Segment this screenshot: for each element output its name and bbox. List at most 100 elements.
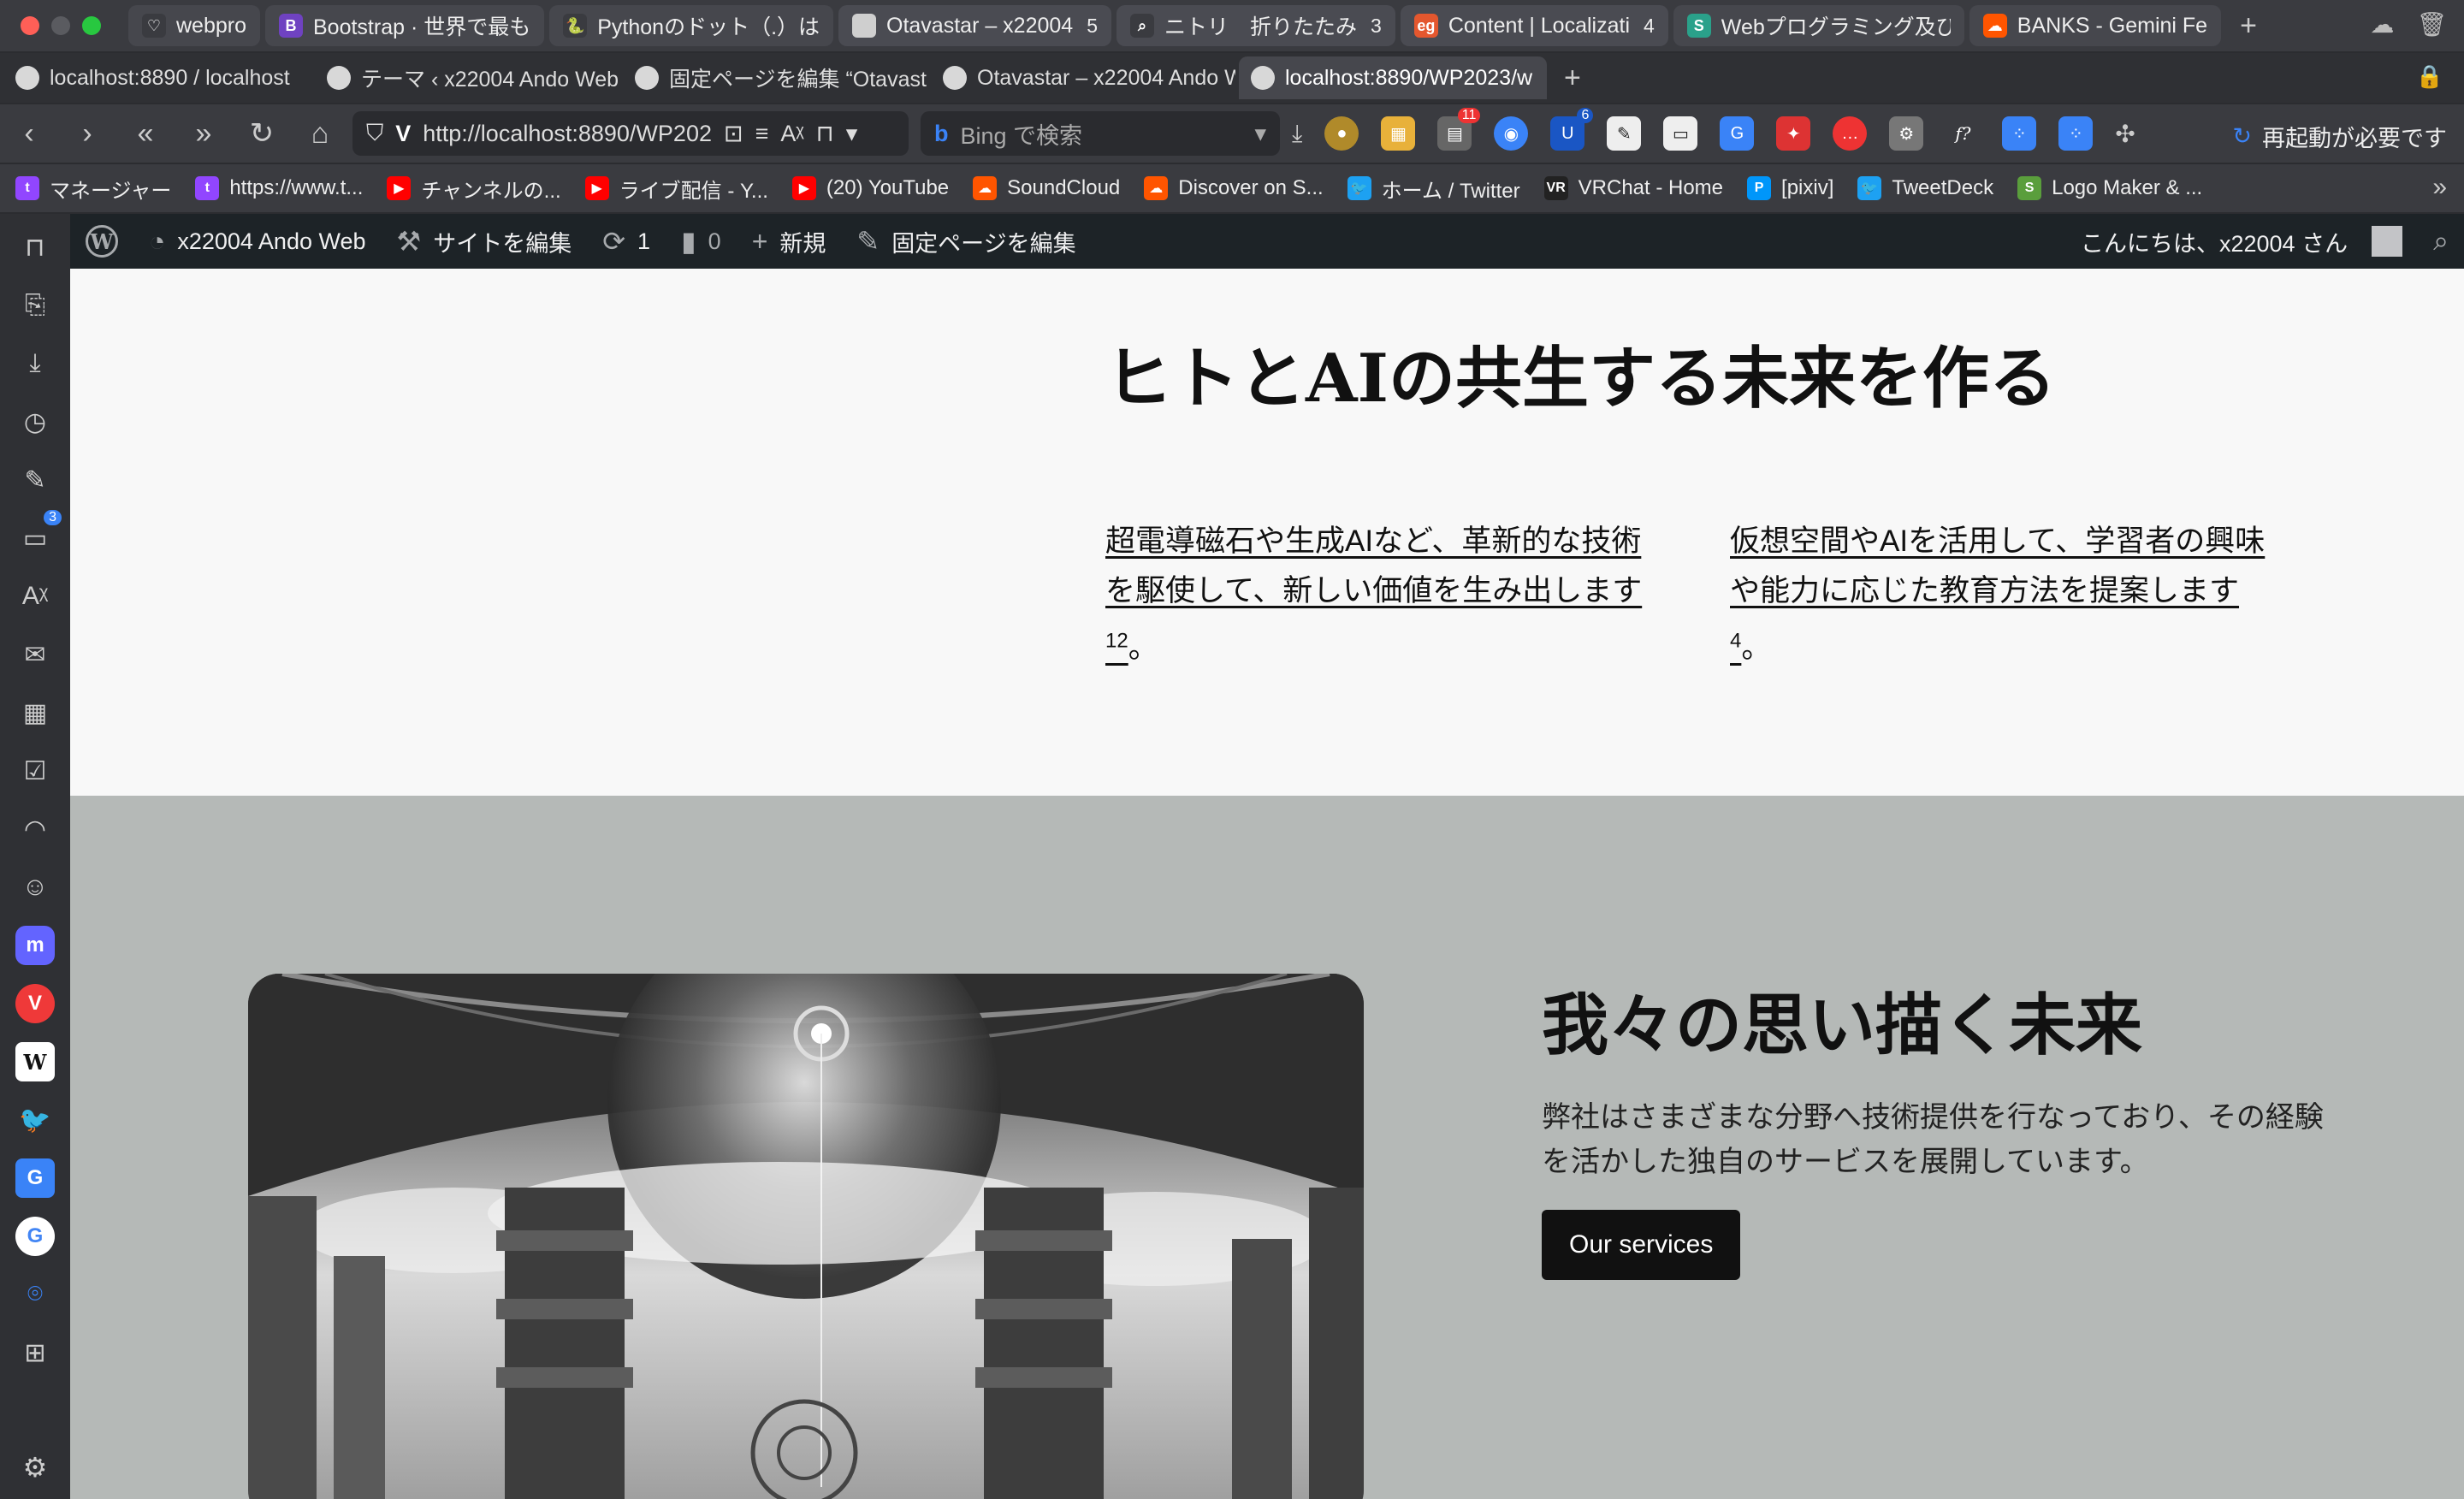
reader-icon[interactable]: ≡ (755, 121, 769, 147)
twitter-icon[interactable]: 🐦 (15, 1100, 55, 1140)
browser-tab[interactable]: B Bootstrap · 世界で最も (265, 5, 545, 46)
function-icon[interactable]: f? (1946, 116, 1980, 151)
translate-icon[interactable]: Aᵡ (780, 121, 803, 147)
edit-site-link[interactable]: ⚒ サイトを編集 (382, 214, 588, 269)
bookmark-item[interactable]: t https://www.t... (195, 176, 363, 200)
updates-link[interactable]: ⟳ 1 (587, 214, 666, 269)
browser-tab[interactable]: ⌕ ニトリ 折りたたみ 3 (1116, 5, 1395, 46)
browser-tab[interactable]: S Webプログラミング及び (1673, 5, 1964, 46)
calendar-icon[interactable]: ▦ (15, 693, 55, 732)
window-panel-icon[interactable]: ▭ 3 (15, 510, 62, 558)
tasks-icon[interactable]: ☑ (15, 751, 55, 791)
rss-icon[interactable]: ⊡ (724, 121, 743, 147)
wikipedia-icon[interactable]: W (15, 1042, 55, 1081)
url-field[interactable]: ⛉ V http://localhost:8890/WP202 ⊡ ≡ Aᵡ ⊓… (352, 111, 909, 156)
bookmark-item[interactable]: P [pixiv] (1747, 176, 1833, 200)
vivaldi-panel-icon[interactable]: V (15, 984, 55, 1023)
arc-icon[interactable]: ⌾ (15, 1275, 55, 1314)
feeds-icon[interactable]: ◠ (15, 809, 55, 849)
browser-tab[interactable]: eg Content | Localizati 4 (1400, 5, 1668, 46)
bookmark-item[interactable]: ☁ SoundCloud (973, 176, 1120, 200)
new-stacked-tab-icon[interactable]: + (1550, 62, 1595, 95)
bookmark-item[interactable]: ▶ チャンネルの... (387, 174, 561, 204)
shield-icon[interactable]: ⛉ (366, 120, 383, 147)
forward-icon[interactable]: › (58, 117, 116, 151)
footnote-ref-2[interactable]: 4 (1730, 629, 1741, 652)
puzzle-tool-icon[interactable]: ⚙ (1889, 116, 1924, 151)
window-extension-icon[interactable]: ▭ (1663, 116, 1698, 151)
zoom-window-button[interactable] (82, 16, 101, 35)
bookmark-item[interactable]: ▶ ライブ配信 - Y... (584, 174, 768, 204)
downloads-panel-icon[interactable]: ⤓ (15, 344, 55, 383)
edit-page-link[interactable]: ✎ 固定ページを編集 (841, 214, 1091, 269)
extensions-puzzle-icon[interactable]: ✣ (2115, 120, 2135, 148)
chevron-down-icon[interactable]: ▾ (846, 121, 858, 147)
stacked-tab[interactable]: テーマ ‹ x22004 Ando Web (315, 56, 619, 99)
add-panel-icon[interactable]: ⊞ (15, 1333, 55, 1372)
translate-panel-icon[interactable]: Aᵡ (15, 577, 55, 616)
home-icon[interactable]: ⌂ (291, 117, 349, 151)
bookmark-item[interactable]: VR VRChat - Home (1543, 176, 1723, 200)
bookmark-item[interactable]: ▶ (20) YouTube (791, 176, 949, 200)
search-field[interactable]: b Bing で検索 ▾ (921, 111, 1280, 156)
site-name-link[interactable]: ◔ x22004 Ando Web (133, 214, 382, 269)
history-icon[interactable]: ◷ (15, 402, 55, 441)
browser-tab[interactable]: 🐍 Pythonのドット（.）は (549, 5, 834, 46)
back-icon[interactable]: ‹ (0, 117, 58, 151)
edit-extension-icon[interactable]: ✎ (1607, 116, 1642, 151)
dice-extension-2-icon[interactable]: ⁘ (2058, 116, 2094, 151)
more-bookmarks-icon[interactable]: » (2432, 173, 2447, 202)
close-window-button[interactable] (21, 16, 39, 35)
bookmark-item[interactable]: S Logo Maker & ... (2017, 176, 2202, 200)
bookmark-icon[interactable]: ⊓ (816, 121, 834, 147)
stacked-tab[interactable]: localhost:8890 / localhost (3, 56, 311, 99)
stacked-tab[interactable]: 固定ページを編集 “Otavast (623, 56, 927, 99)
dice-extension-icon[interactable]: ⁘ (2002, 116, 2037, 151)
profile-avatar-icon[interactable]: ● (1324, 116, 1359, 151)
new-tab-icon[interactable]: + (2226, 9, 2271, 43)
settings-gear-icon[interactable]: ⚙ (0, 1451, 70, 1484)
bookmark-item[interactable]: 🐦 TweetDeck (1857, 176, 1993, 200)
hero-link-2[interactable]: 仮想空間やAIを活用して、学習者の興味や能力に応じた教育方法を提案します 4 (1730, 524, 2265, 665)
reload-icon[interactable]: ↻ (233, 116, 291, 151)
my-account-link[interactable]: こんにちは、x22004 さん (2065, 214, 2418, 269)
search-engine-chevron-icon[interactable]: ▾ (1254, 121, 1266, 147)
extension-grid-icon[interactable]: ▤ 11 (1437, 108, 1481, 151)
google-icon[interactable]: G (15, 1217, 55, 1256)
admin-search-icon[interactable]: ⌕ (2418, 214, 2464, 269)
footnote-ref-1[interactable]: 12 (1105, 629, 1128, 652)
minimize-window-button[interactable] (51, 16, 70, 35)
cloud-sync-icon[interactable]: ☁ (2370, 10, 2394, 39)
browser-tab[interactable]: Otavastar – x22004 5 (838, 5, 1112, 46)
new-content-link[interactable]: + 新規 (737, 214, 842, 269)
trash-icon[interactable]: 🗑 (2416, 10, 2447, 39)
stacked-tab[interactable]: Otavastar – x22004 Ando W (931, 56, 1235, 99)
wordpress-logo-icon[interactable]: W (70, 214, 133, 269)
hero-link-1[interactable]: 超電導磁石や生成AIなど、革新的な技術を駆使して、新しい価値を生み出します 12 (1105, 524, 1642, 665)
bookmarks-panel-icon[interactable]: ⊓ (15, 228, 55, 267)
google-translate-panel-icon[interactable]: G (15, 1158, 55, 1198)
browser-tab[interactable]: ☁ BANKS - Gemini Fe (1969, 5, 2222, 46)
mastodon-icon[interactable]: m (15, 926, 55, 965)
stacked-tab[interactable]: localhost:8890/WP2023/w (1239, 56, 1547, 99)
browser-extension-icon[interactable]: ◉ (1494, 116, 1529, 151)
google-translate-icon[interactable]: G (1720, 116, 1755, 151)
rewind-icon[interactable]: « (116, 117, 175, 151)
mail-icon[interactable]: ✉ (15, 635, 55, 674)
chat-extension-icon[interactable]: … (1833, 116, 1868, 151)
browser-tab[interactable]: ♡ webpro (128, 5, 260, 46)
our-services-button[interactable]: Our services (1542, 1210, 1741, 1280)
download-icon[interactable]: ⤓ (1292, 120, 1302, 148)
lock-icon[interactable]: 🔒 (2416, 63, 2443, 90)
contacts-icon[interactable]: ☺ (15, 868, 55, 907)
bookmark-item[interactable]: t マネージャー (15, 174, 171, 204)
restart-required-button[interactable]: ↻ 再起動が必要です (2232, 120, 2447, 153)
reading-list-icon[interactable]: ⎘ (15, 286, 55, 325)
bookmark-item[interactable]: 🐦 ホーム / Twitter (1347, 174, 1520, 204)
magic-wand-icon[interactable]: ✦ (1776, 116, 1811, 151)
colors-extension-icon[interactable]: ▦ (1381, 116, 1416, 151)
notes-icon[interactable]: ✎ (15, 460, 55, 500)
ublock-icon[interactable]: U6 (1550, 108, 1594, 151)
bookmark-item[interactable]: ☁ Discover on S... (1144, 176, 1324, 200)
comments-link[interactable]: ▮ 0 (666, 214, 737, 269)
